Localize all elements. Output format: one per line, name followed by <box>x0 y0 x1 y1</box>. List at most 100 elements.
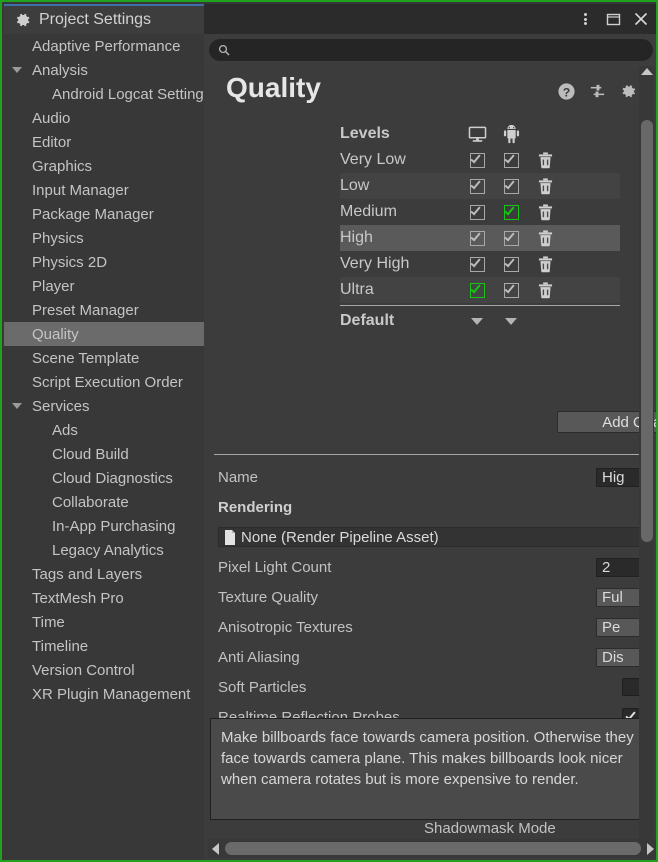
sidebar-item-scene-template[interactable]: Scene Template <box>4 346 204 370</box>
property-row-name[interactable]: NameHig <box>204 462 658 492</box>
desktop-toggle-cell[interactable] <box>460 153 494 168</box>
quality-level-row[interactable]: Medium <box>340 199 620 225</box>
chevron-down-icon[interactable] <box>12 67 22 73</box>
trash-icon[interactable] <box>538 282 553 299</box>
android-toggle-cell[interactable] <box>494 283 528 298</box>
sidebar-item-legacy-analytics[interactable]: Legacy Analytics <box>4 538 204 562</box>
android-toggle-cell[interactable] <box>494 231 528 246</box>
preset-icon[interactable] <box>588 82 607 101</box>
quality-level-row[interactable]: Very Low <box>340 147 620 173</box>
sidebar-item-ads[interactable]: Ads <box>4 418 204 442</box>
sidebar-item-tags-and-layers[interactable]: Tags and Layers <box>4 562 204 586</box>
desktop-toggle-cell[interactable] <box>460 179 494 194</box>
trash-icon[interactable] <box>538 230 553 247</box>
property-row-anti-aliasing[interactable]: Anti AliasingDis <box>204 642 658 672</box>
desktop-toggle-cell[interactable] <box>460 205 494 220</box>
level-checkbox[interactable] <box>470 179 485 194</box>
sidebar-item-physics-2d[interactable]: Physics 2D <box>4 250 204 274</box>
sidebar-item-script-execution-order[interactable]: Script Execution Order <box>4 370 204 394</box>
quality-level-row[interactable]: Ultra <box>340 277 620 303</box>
level-checkbox[interactable] <box>470 257 485 272</box>
help-icon[interactable]: ? <box>557 82 576 101</box>
level-checkbox[interactable] <box>470 205 485 220</box>
sidebar-item-time[interactable]: Time <box>4 610 204 634</box>
level-checkbox[interactable] <box>504 283 519 298</box>
property-value-dropdown[interactable]: Dis <box>596 648 640 667</box>
level-checkbox[interactable] <box>504 153 519 168</box>
trash-icon[interactable] <box>538 152 553 169</box>
level-checkbox[interactable] <box>470 283 485 298</box>
settings-sidebar[interactable]: Adaptive PerformanceAnalysisAndroid Logc… <box>4 34 204 862</box>
quality-level-row[interactable]: Very High <box>340 251 620 277</box>
delete-level-cell[interactable] <box>528 178 562 195</box>
sidebar-item-physics[interactable]: Physics <box>4 226 204 250</box>
sidebar-item-android-logcat-settings[interactable]: Android Logcat Settings <box>4 82 204 106</box>
search-input[interactable] <box>235 43 635 57</box>
desktop-toggle-cell[interactable] <box>460 283 494 298</box>
level-checkbox[interactable] <box>470 153 485 168</box>
android-toggle-cell[interactable] <box>494 205 528 220</box>
sidebar-item-player[interactable]: Player <box>4 274 204 298</box>
render-pipeline-asset-field[interactable]: None (Render Pipeline Asset) <box>218 527 640 547</box>
trash-icon[interactable] <box>538 178 553 195</box>
level-checkbox[interactable] <box>504 179 519 194</box>
quality-level-row[interactable]: Low <box>340 173 620 199</box>
sidebar-item-editor[interactable]: Editor <box>4 130 204 154</box>
sidebar-item-version-control[interactable]: Version Control <box>4 658 204 682</box>
sidebar-item-adaptive-performance[interactable]: Adaptive Performance <box>4 34 204 58</box>
android-toggle-cell[interactable] <box>494 257 528 272</box>
delete-level-cell[interactable] <box>528 256 562 273</box>
search-box[interactable] <box>209 39 653 61</box>
chevron-down-icon[interactable] <box>12 403 22 409</box>
sidebar-item-collaborate[interactable]: Collaborate <box>4 490 204 514</box>
level-checkbox[interactable] <box>504 205 519 220</box>
property-row-none-render-pipeline-asset[interactable]: None (Render Pipeline Asset) <box>204 522 658 552</box>
desktop-toggle-cell[interactable] <box>460 231 494 246</box>
sidebar-item-analysis[interactable]: Analysis <box>4 58 204 82</box>
default-android-dropdown[interactable] <box>494 318 528 325</box>
property-value-input[interactable]: 2 <box>596 558 640 577</box>
delete-level-cell[interactable] <box>528 152 562 169</box>
android-toggle-cell[interactable] <box>494 153 528 168</box>
close-icon[interactable] <box>628 6 654 32</box>
property-value-dropdown[interactable]: Ful <box>596 588 640 607</box>
property-row-texture-quality[interactable]: Texture QualityFul <box>204 582 658 612</box>
sidebar-item-audio[interactable]: Audio <box>4 106 204 130</box>
sidebar-item-preset-manager[interactable]: Preset Manager <box>4 298 204 322</box>
delete-level-cell[interactable] <box>528 282 562 299</box>
property-row-pixel-light-count[interactable]: Pixel Light Count2 <box>204 552 658 582</box>
maximize-icon[interactable] <box>600 6 626 32</box>
vertical-scrollbar-thumb[interactable] <box>641 120 653 542</box>
quality-level-row[interactable]: High <box>340 225 620 251</box>
caret-left-icon[interactable] <box>212 843 219 855</box>
level-checkbox[interactable] <box>504 257 519 272</box>
property-row-soft-particles[interactable]: Soft Particles <box>204 672 658 702</box>
trash-icon[interactable] <box>538 204 553 221</box>
desktop-toggle-cell[interactable] <box>460 257 494 272</box>
sidebar-item-services[interactable]: Services <box>4 394 204 418</box>
delete-level-cell[interactable] <box>528 230 562 247</box>
sidebar-item-package-manager[interactable]: Package Manager <box>4 202 204 226</box>
sidebar-item-in-app-purchasing[interactable]: In-App Purchasing <box>4 514 204 538</box>
tab-project-settings[interactable]: Project Settings <box>4 4 204 34</box>
android-toggle-cell[interactable] <box>494 179 528 194</box>
sidebar-item-timeline[interactable]: Timeline <box>4 634 204 658</box>
property-checkbox[interactable] <box>622 678 640 696</box>
sidebar-item-input-manager[interactable]: Input Manager <box>4 178 204 202</box>
property-row-anisotropic-textures[interactable]: Anisotropic TexturesPe <box>204 612 658 642</box>
caret-right-icon[interactable] <box>647 843 654 855</box>
default-desktop-dropdown[interactable] <box>460 318 494 325</box>
gear-icon[interactable] <box>619 82 638 101</box>
level-checkbox[interactable] <box>504 231 519 246</box>
sidebar-item-quality[interactable]: Quality <box>4 322 204 346</box>
sidebar-item-graphics[interactable]: Graphics <box>4 154 204 178</box>
sidebar-item-cloud-build[interactable]: Cloud Build <box>4 442 204 466</box>
sidebar-item-xr-plugin-management[interactable]: XR Plugin Management <box>4 682 204 706</box>
sidebar-item-textmesh-pro[interactable]: TextMesh Pro <box>4 586 204 610</box>
delete-level-cell[interactable] <box>528 204 562 221</box>
horizontal-scrollbar[interactable] <box>208 839 658 858</box>
caret-up-icon[interactable] <box>641 68 653 75</box>
property-value-dropdown[interactable]: Pe <box>596 618 640 637</box>
sidebar-item-cloud-diagnostics[interactable]: Cloud Diagnostics <box>4 466 204 490</box>
level-checkbox[interactable] <box>470 231 485 246</box>
